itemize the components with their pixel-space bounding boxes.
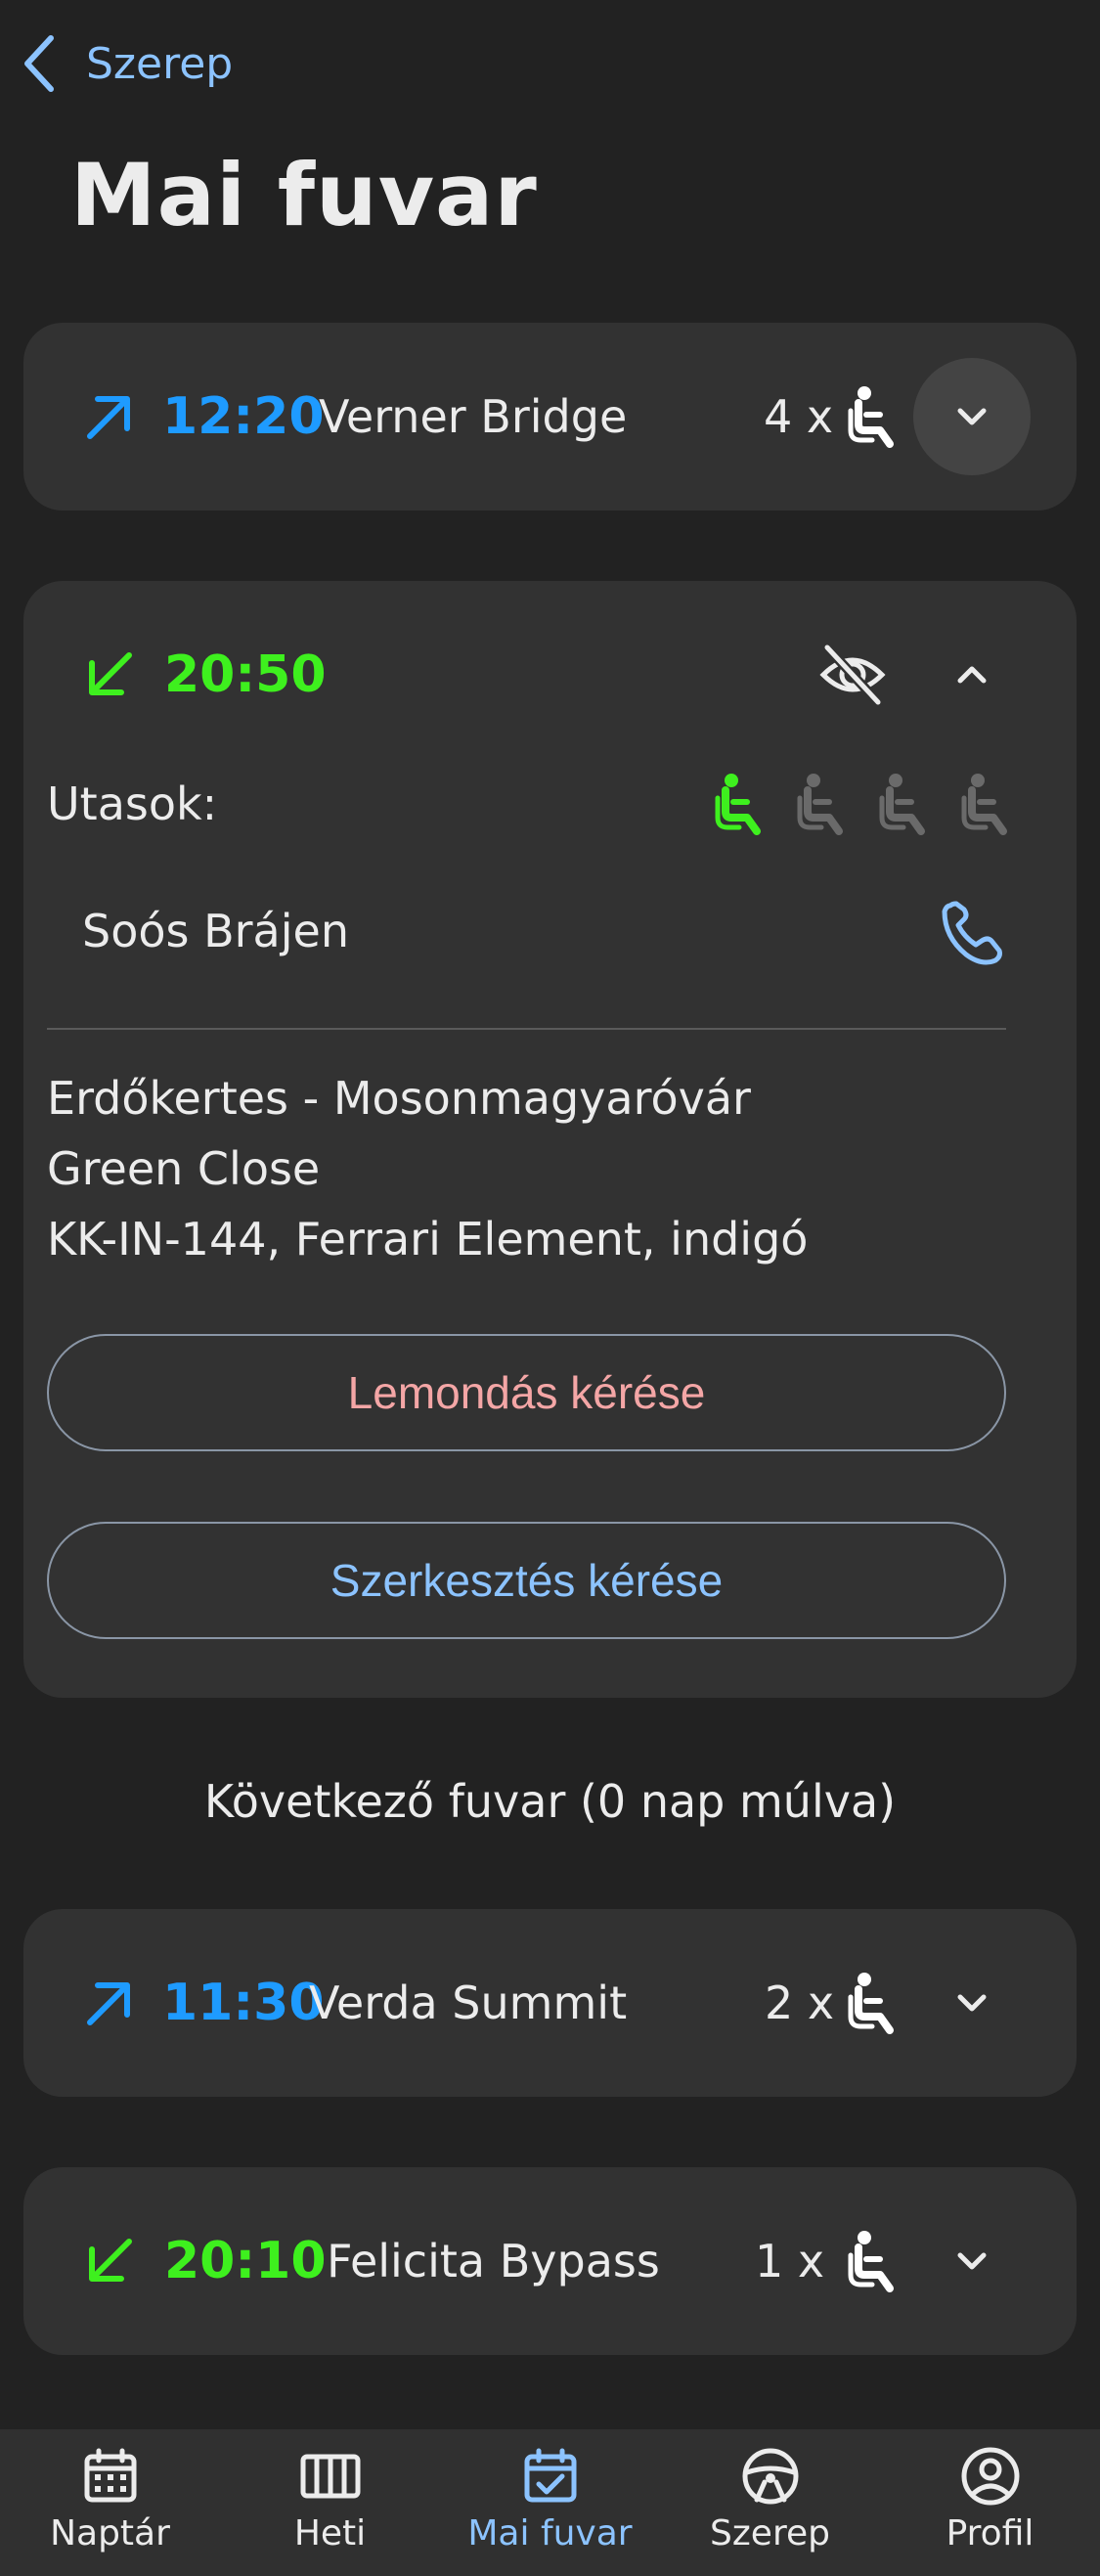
seat-icon bbox=[848, 1973, 894, 2034]
seat-free-icon bbox=[797, 774, 843, 835]
vehicle-text: KK-IN-144, Ferrari Element, indigó bbox=[47, 1213, 809, 1266]
back-button[interactable]: Szerep bbox=[20, 29, 233, 98]
chevron-down-icon bbox=[957, 408, 987, 425]
arrow-up-right-icon bbox=[87, 396, 130, 439]
back-label: Szerep bbox=[86, 38, 234, 89]
calendar-icon bbox=[84, 2448, 136, 2503]
seat-count: 1 x bbox=[755, 2235, 825, 2287]
chevron-down-icon bbox=[957, 1994, 987, 2012]
week-columns-icon bbox=[300, 2454, 360, 2499]
ride-time: 12:20 bbox=[162, 387, 325, 446]
nav-label: Profil bbox=[946, 2513, 1034, 2554]
divider bbox=[47, 1028, 1006, 1030]
nav-item-mai-fuvar[interactable]: Mai fuvar bbox=[440, 2429, 660, 2576]
ride-destination: Verda Summit bbox=[309, 1976, 628, 2029]
seat-indicator bbox=[714, 773, 1027, 841]
ride-destination: Felicita Bypass bbox=[327, 2235, 660, 2287]
seat-icon bbox=[848, 2231, 894, 2292]
passengers-label: Utasok: bbox=[47, 777, 218, 830]
account-circle-icon bbox=[961, 2447, 1019, 2506]
nav-label: Mai fuvar bbox=[467, 2513, 633, 2554]
nav-item-heti[interactable]: Heti bbox=[220, 2429, 440, 2576]
ride-destination: Verner Bridge bbox=[319, 390, 628, 443]
ride-card[interactable]: 11:30 Verda Summit 2 x bbox=[23, 1909, 1077, 2097]
address-text: Green Close bbox=[47, 1142, 321, 1195]
seat-count: 4 x bbox=[764, 390, 834, 443]
arrow-up-right-icon bbox=[87, 1982, 130, 2025]
ride-time: 20:10 bbox=[164, 2232, 327, 2290]
ride-time: 20:50 bbox=[164, 645, 327, 704]
page-title: Mai fuvar bbox=[70, 145, 538, 245]
page: Szerep Mai fuvar 12:20 Verner Bridge 4 x bbox=[0, 0, 1100, 2576]
ride-card[interactable]: 20:10 Felicita Bypass 1 x bbox=[23, 2167, 1077, 2355]
ride-time: 11:30 bbox=[162, 1974, 325, 2032]
bottom-nav: Naptár Heti Mai fuvar Szerep Profil bbox=[0, 2429, 1100, 2576]
chevron-up-icon bbox=[957, 666, 987, 684]
seat-count: 2 x bbox=[765, 1976, 835, 2029]
visibility-off-icon[interactable] bbox=[817, 640, 888, 710]
cancel-request-button[interactable]: Lemondás kérése bbox=[47, 1334, 1006, 1451]
chevron-left-icon bbox=[24, 35, 54, 92]
nav-item-szerep[interactable]: Szerep bbox=[660, 2429, 880, 2576]
seat-free-icon bbox=[961, 774, 1007, 835]
chevron-down-icon bbox=[957, 2252, 987, 2270]
nav-item-profil[interactable]: Profil bbox=[880, 2429, 1100, 2576]
arrow-down-left-icon bbox=[89, 2239, 132, 2282]
passenger-name: Soós Brájen bbox=[82, 905, 349, 957]
arrow-down-left-icon bbox=[89, 652, 132, 695]
phone-icon[interactable] bbox=[937, 898, 1007, 968]
seat-icon bbox=[848, 386, 894, 448]
steering-wheel-icon bbox=[742, 2448, 798, 2505]
nav-item-naptar[interactable]: Naptár bbox=[0, 2429, 220, 2576]
route-text: Erdőkertes - Mosonmagyaróvár bbox=[47, 1072, 751, 1125]
ride-card[interactable]: 12:20 Verner Bridge 4 x bbox=[23, 323, 1077, 511]
edit-request-button[interactable]: Szerkesztés kérése bbox=[47, 1522, 1006, 1639]
collapse-button[interactable] bbox=[913, 616, 1031, 733]
nav-label: Heti bbox=[293, 2513, 367, 2554]
next-ride-label: Következő fuvar (0 nap múlva) bbox=[203, 1775, 897, 1828]
expand-button[interactable] bbox=[913, 1944, 1031, 2062]
calendar-check-icon bbox=[524, 2448, 576, 2503]
nav-label: Naptár bbox=[50, 2513, 170, 2554]
seat-taken-icon bbox=[715, 774, 761, 835]
expand-button[interactable] bbox=[913, 358, 1031, 475]
nav-label: Szerep bbox=[710, 2513, 830, 2554]
seat-free-icon bbox=[879, 774, 925, 835]
expand-button[interactable] bbox=[913, 2202, 1031, 2320]
